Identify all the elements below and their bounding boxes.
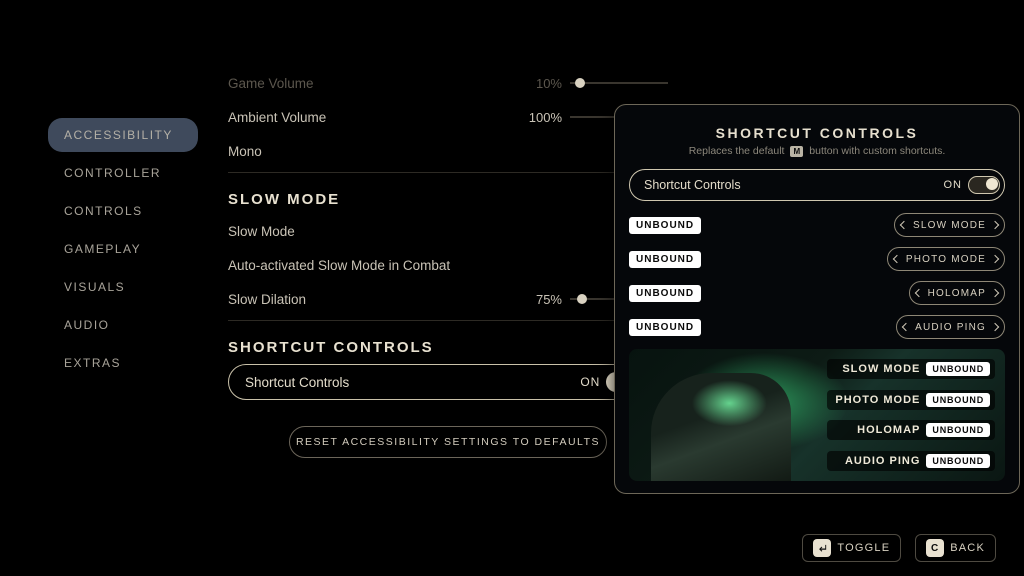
sidebar-item-controller[interactable]: CONTROLLER [48,156,198,190]
label-mono: Mono [228,144,634,159]
action-selector[interactable]: HOLOMAP [909,281,1005,305]
overlay-label: AUDIO PING [845,455,920,467]
state-shortcut-controls: ON [580,375,600,389]
bind-row-photo-mode[interactable]: UNBOUND PHOTO MODE [629,245,1005,273]
sidebar-item-audio[interactable]: AUDIO [48,308,198,342]
heading-shortcut-controls: SHORTCUT CONTROLS [228,339,668,356]
sidebar-item-extras[interactable]: EXTRAS [48,346,198,380]
character-silhouette-icon [651,373,791,481]
label-auto-slow-combat: Auto-activated Slow Mode in Combat [228,258,634,273]
action-selector[interactable]: PHOTO MODE [887,247,1005,271]
panel-sub-pre: Replaces the default [689,145,785,157]
bind-key[interactable]: UNBOUND [629,251,701,268]
hint-toggle[interactable]: TOGGLE [802,534,901,562]
overlay-row: AUDIO PING UNBOUND [827,451,995,471]
preview-image: SLOW MODE UNBOUND PHOTO MODE UNBOUND HOL… [629,349,1005,481]
bind-row-slow-mode[interactable]: UNBOUND SLOW MODE [629,211,1005,239]
row-shortcut-controls[interactable]: Shortcut Controls ON MOD [228,364,668,400]
bind-row-audio-ping[interactable]: UNBOUND AUDIO PING [629,313,1005,341]
heading-slow-mode: SLOW MODE [228,191,668,208]
chevron-right-icon[interactable] [991,255,999,263]
bind-key[interactable]: UNBOUND [629,285,701,302]
hint-back-label: BACK [950,542,985,554]
divider [228,172,668,173]
panel-toggle-state: ON [944,179,963,191]
overlay-label: HOLOMAP [857,424,920,436]
overlay-label: PHOTO MODE [835,394,920,406]
action-selector[interactable]: AUDIO PING [896,315,1005,339]
label-game-volume: Game Volume [228,76,508,91]
toggle-switch[interactable] [968,176,1000,194]
label-shortcut-controls: Shortcut Controls [245,375,580,390]
bind-row-holomap[interactable]: UNBOUND HOLOMAP [629,279,1005,307]
panel-toggle-row[interactable]: Shortcut Controls ON [629,169,1005,201]
overlay-row: PHOTO MODE UNBOUND [827,390,995,410]
chevron-left-icon[interactable] [900,221,908,229]
reset-accessibility-button[interactable]: RESET ACCESSIBILITY SETTINGS TO DEFAULTS [289,426,607,458]
action-label: SLOW MODE [913,220,986,231]
bind-key[interactable]: UNBOUND [629,319,701,336]
preview-overlay: SLOW MODE UNBOUND PHOTO MODE UNBOUND HOL… [827,359,995,471]
enter-key-icon [813,539,831,557]
action-label: HOLOMAP [928,288,986,299]
overlay-keychip: UNBOUND [926,393,990,407]
row-game-volume[interactable]: Game Volume 10% [228,66,668,100]
chevron-right-icon[interactable] [991,323,999,331]
row-ambient-volume[interactable]: Ambient Volume 100% [228,100,668,134]
bind-key[interactable]: UNBOUND [629,217,701,234]
sidebar-item-visuals[interactable]: VISUALS [48,270,198,304]
row-auto-slow-combat[interactable]: Auto-activated Slow Mode in Combat OFF [228,248,668,282]
footer-hints: TOGGLE C BACK [802,534,996,562]
value-ambient-volume: 100% [508,110,570,125]
chevron-left-icon[interactable] [893,255,901,263]
value-game-volume: 10% [508,76,570,91]
overlay-keychip: UNBOUND [926,423,990,437]
value-slow-dilation: 75% [508,292,570,307]
slider-game-volume[interactable] [570,82,668,84]
c-key-icon: C [926,539,944,557]
overlay-row: HOLOMAP UNBOUND [827,420,995,440]
chevron-right-icon[interactable] [991,289,999,297]
hint-toggle-label: TOGGLE [837,542,890,554]
panel-sub-post: button with custom shortcuts. [809,145,945,157]
action-label: AUDIO PING [915,322,986,333]
hint-back[interactable]: C BACK [915,534,996,562]
sidebar-item-accessibility[interactable]: ACCESSIBILITY [48,118,198,152]
panel-subtitle: Replaces the default M button with custo… [629,145,1005,157]
row-slow-mode[interactable]: Slow Mode OFF [228,214,668,248]
panel-toggle-label: Shortcut Controls [644,178,944,192]
chevron-right-icon[interactable] [991,221,999,229]
label-ambient-volume: Ambient Volume [228,110,508,125]
action-selector[interactable]: SLOW MODE [894,213,1005,237]
settings-sidebar: ACCESSIBILITY CONTROLLER CONTROLS GAMEPL… [48,118,198,384]
settings-content: Game Volume 10% Ambient Volume 100% Mono… [228,66,668,458]
label-slow-mode: Slow Mode [228,224,634,239]
panel-sub-key-icon: M [790,146,803,157]
overlay-label: SLOW MODE [842,363,920,375]
label-slow-dilation: Slow Dilation [228,292,508,307]
divider [228,320,668,321]
row-mono[interactable]: Mono OFF [228,134,668,168]
panel-title: SHORTCUT CONTROLS [629,125,1005,141]
shortcut-controls-panel: SHORTCUT CONTROLS Replaces the default M… [614,104,1020,494]
overlay-keychip: UNBOUND [926,454,990,468]
overlay-row: SLOW MODE UNBOUND [827,359,995,379]
chevron-left-icon[interactable] [914,289,922,297]
action-label: PHOTO MODE [906,254,986,265]
sidebar-item-controls[interactable]: CONTROLS [48,194,198,228]
row-slow-dilation[interactable]: Slow Dilation 75% [228,282,668,316]
sidebar-item-gameplay[interactable]: GAMEPLAY [48,232,198,266]
chevron-left-icon[interactable] [902,323,910,331]
overlay-keychip: UNBOUND [926,362,990,376]
